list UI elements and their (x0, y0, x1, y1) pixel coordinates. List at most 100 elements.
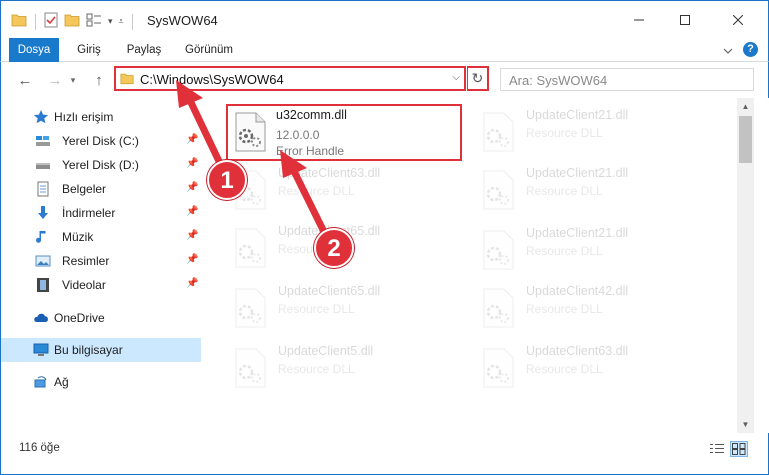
drive-icon (35, 157, 51, 173)
pin-icon[interactable]: 📌 (186, 158, 198, 169)
back-button[interactable]: ← (15, 70, 35, 90)
file-item[interactable]: UpdateClient21.dll Resource DLL (474, 104, 714, 160)
scroll-thumb[interactable] (739, 116, 752, 163)
nav-item-documents[interactable]: Belgeler 📌 (1, 177, 201, 201)
file-description: Resource DLL (526, 244, 603, 258)
details-view-icon[interactable] (708, 441, 726, 457)
search-input[interactable]: Ara: SysWOW64 (500, 68, 754, 91)
folder-icon (120, 72, 134, 88)
view-switcher (708, 441, 748, 457)
help-icon[interactable]: ? (743, 42, 758, 57)
nav-label: Yerel Disk (C:) (62, 134, 139, 148)
tiles-view-icon[interactable] (730, 441, 748, 457)
close-button[interactable] (708, 1, 768, 39)
tab-home[interactable]: Giriş (67, 38, 111, 62)
pin-icon[interactable]: 📌 (186, 206, 198, 217)
file-item[interactable]: UpdateClient21.dll Resource DLL (474, 222, 714, 278)
dll-file-icon (232, 228, 268, 268)
nav-item-this-pc[interactable]: Bu bilgisayar (1, 338, 201, 362)
search-placeholder: Ara: SysWOW64 (509, 73, 608, 88)
nav-item-local-disk-d[interactable]: Yerel Disk (D:) 📌 (1, 153, 201, 177)
nav-quick-access[interactable]: Hızlı erişim (1, 105, 201, 129)
nav-label: Resimler (62, 254, 110, 268)
title-bar: ▾ ⩡ SysWOW64 (0, 0, 769, 38)
file-name: UpdateClient63.dll (526, 344, 629, 358)
file-name: UpdateClient5.dll (278, 344, 374, 358)
file-description: Resource DLL (526, 362, 603, 376)
downloads-icon (35, 205, 51, 221)
recent-locations-button[interactable]: ▾ (67, 70, 79, 90)
file-version: 12.0.0.0 (276, 128, 320, 142)
nav-item-downloads[interactable]: İndirmeler 📌 (1, 201, 201, 225)
nav-item-onedrive[interactable]: OneDrive (1, 306, 201, 330)
maximize-button[interactable] (662, 1, 708, 39)
star-icon (33, 109, 49, 125)
file-item[interactable]: UpdateClient5.dll Resource DLL (226, 340, 466, 396)
file-list: u32comm.dll 12.0.0.0 Error Handle Update… (204, 98, 737, 433)
file-description: Resource DLL (526, 126, 603, 140)
file-description: Resource DLL (278, 362, 355, 376)
file-description: Resource DLL (278, 302, 355, 316)
properties-icon[interactable] (44, 12, 58, 31)
vertical-scrollbar[interactable]: ▲ ▼ (737, 98, 754, 433)
dll-file-icon (232, 348, 268, 388)
file-item[interactable]: UpdateClient65.dll Resource DLL (226, 280, 466, 336)
scroll-down-icon[interactable]: ▼ (737, 416, 754, 433)
chevron-down-icon[interactable] (723, 43, 733, 57)
qat-dropdown-icon[interactable]: ▾ (108, 16, 113, 27)
nav-label: Bu bilgisayar (54, 343, 123, 357)
customize-qat-icon[interactable]: ⩡ (119, 16, 124, 27)
pin-icon[interactable]: 📌 (186, 182, 198, 193)
nav-item-network[interactable]: Ağ (1, 370, 201, 394)
address-row: ← → ▾ ↑ C:\Windows\SysWOW64 ⌵ ↻ Ara: Sys… (0, 62, 769, 98)
nav-item-videos[interactable]: Videolar 📌 (1, 273, 201, 297)
tab-share[interactable]: Paylaş (121, 38, 167, 62)
ribbon-tabs: Dosya Giriş Paylaş Görünüm ? (0, 38, 769, 62)
view-menu-icon[interactable] (86, 13, 102, 30)
file-item[interactable]: UpdateClient21.dll Resource DLL (474, 162, 714, 218)
minimize-button[interactable] (616, 1, 662, 39)
file-item[interactable]: UpdateClient42.dll Resource DLL (474, 280, 714, 336)
refresh-button[interactable]: ↻ (467, 66, 489, 91)
file-name: u32comm.dll (276, 108, 347, 122)
dll-file-icon (480, 230, 516, 270)
address-path[interactable]: C:\Windows\SysWOW64 (140, 72, 284, 87)
forward-button[interactable]: → (45, 70, 65, 90)
quick-access-toolbar: ▾ ⩡ (11, 12, 135, 31)
pin-icon[interactable]: 📌 (186, 230, 198, 241)
file-description: Resource DLL (526, 184, 603, 198)
drive-icon (35, 133, 51, 149)
dll-file-icon (232, 112, 268, 152)
file-item[interactable]: UpdateClient63.dll Resource DLL (474, 340, 714, 396)
pictures-icon (35, 253, 51, 269)
nav-label: Müzik (62, 230, 94, 244)
pin-icon[interactable]: 📌 (186, 134, 198, 145)
new-folder-icon[interactable] (64, 13, 80, 30)
up-button[interactable]: ↑ (89, 70, 109, 90)
computer-icon (33, 342, 49, 358)
network-icon (33, 374, 49, 390)
nav-label: Yerel Disk (D:) (62, 158, 139, 172)
status-bar: 116 öğe (0, 433, 769, 475)
nav-label: Belgeler (62, 182, 107, 196)
address-bar[interactable]: C:\Windows\SysWOW64 ⌵ (114, 66, 466, 91)
onedrive-icon (33, 310, 49, 326)
nav-item-pictures[interactable]: Resimler 📌 (1, 249, 201, 273)
videos-icon (35, 277, 51, 293)
tab-view[interactable]: Görünüm (177, 38, 241, 62)
pin-icon[interactable]: 📌 (186, 254, 198, 265)
file-item-selected[interactable]: u32comm.dll 12.0.0.0 Error Handle (226, 104, 462, 161)
nav-label: OneDrive (54, 311, 105, 325)
nav-item-local-disk-c[interactable]: Yerel Disk (C:) 📌 (1, 129, 201, 153)
file-name: UpdateClient21.dll (526, 226, 629, 240)
pin-icon[interactable]: 📌 (186, 278, 198, 289)
tab-file[interactable]: Dosya (9, 38, 59, 62)
file-name: UpdateClient63.dll (278, 166, 381, 180)
scroll-up-icon[interactable]: ▲ (737, 98, 754, 115)
file-item[interactable]: UpdateClient63.dll Resource DLL (226, 162, 466, 218)
file-name: UpdateClient21.dll (526, 166, 629, 180)
nav-label: Hızlı erişim (54, 110, 114, 124)
chevron-down-icon[interactable]: ⌵ (452, 72, 460, 83)
dll-file-icon (480, 112, 516, 152)
nav-item-music[interactable]: Müzik 📌 (1, 225, 201, 249)
